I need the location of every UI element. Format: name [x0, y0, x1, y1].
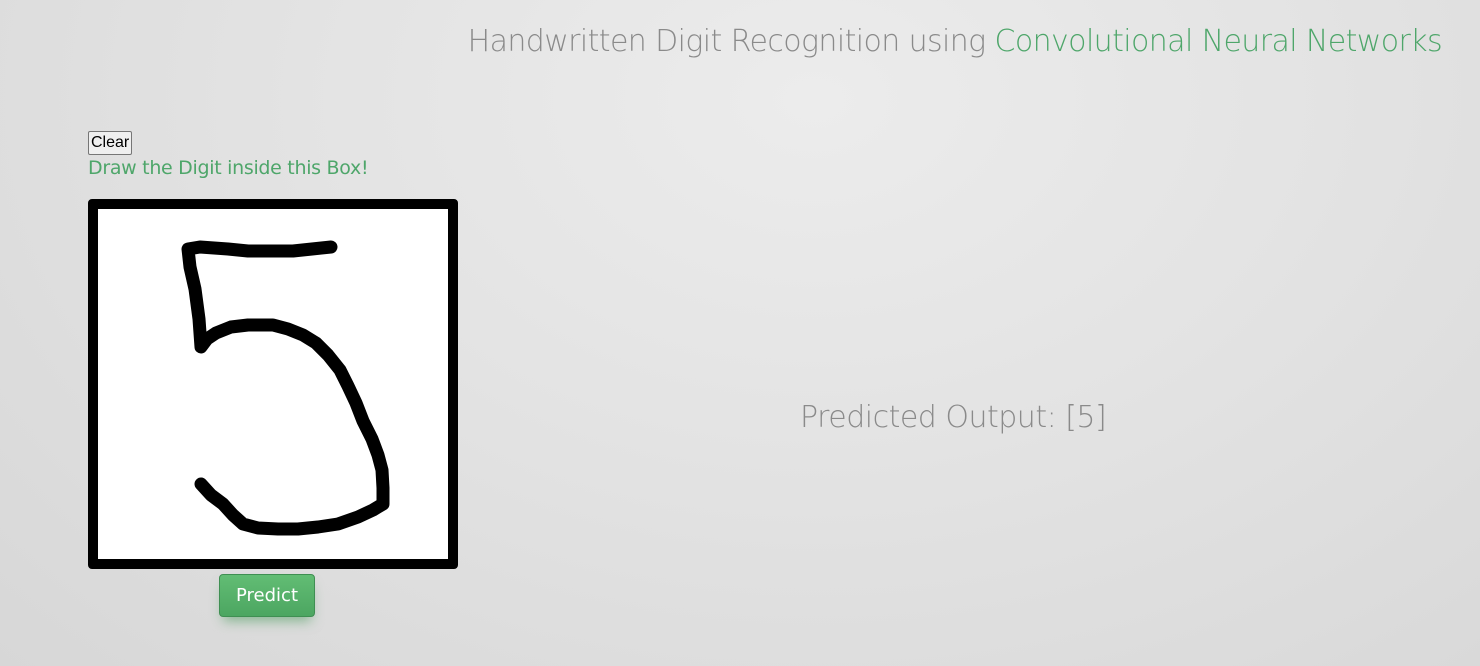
predicted-output-label: Predicted Output: [800, 400, 1066, 435]
clear-button[interactable]: Clear [88, 131, 133, 155]
page-title: Handwritten Digit Recognition using Conv… [467, 24, 1443, 59]
title-prefix: Handwritten Digit Recognition using [467, 24, 995, 59]
predicted-output-value: [5] [1065, 400, 1107, 435]
predict-button[interactable]: Predict [219, 574, 315, 617]
drawing-canvas[interactable] [88, 199, 458, 569]
title-accent: Convolutional Neural Networks [994, 24, 1443, 59]
predicted-output: Predicted Output: [5] [800, 400, 1107, 435]
drawn-digit-stroke [181, 240, 390, 536]
draw-instruction: Draw the Digit inside this Box! [88, 157, 369, 179]
